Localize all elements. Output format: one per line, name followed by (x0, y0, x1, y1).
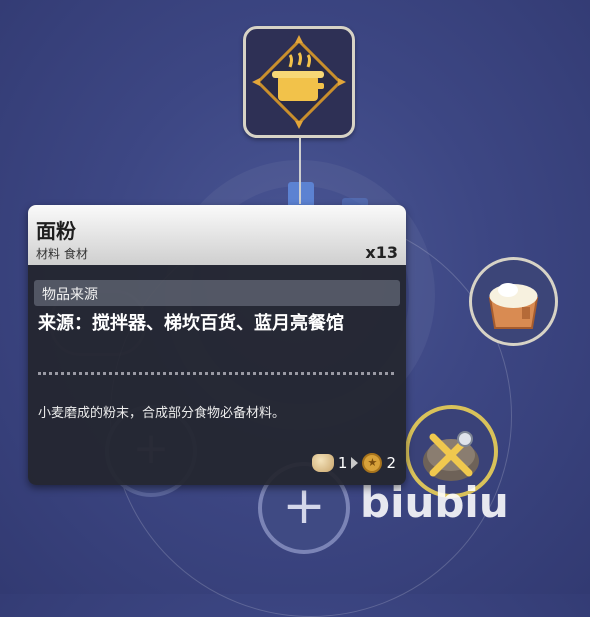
flour-sack-icon (311, 454, 334, 472)
watermark: biubiu (360, 478, 509, 527)
arrow-icon (351, 457, 359, 469)
item-quantity: x13 (365, 243, 398, 262)
card-header: 面粉 材料 食材 x13 (28, 205, 406, 265)
item-tags: 材料 食材 (36, 247, 88, 261)
item-tooltip-card: 面粉 材料 食材 x13 物品来源 来源：搅拌器、梯坎百货、蓝月亮餐馆 小麦磨成… (28, 205, 406, 485)
recipe-output-count: 2 (386, 454, 396, 472)
item-description: 小麦磨成的粉末，合成部分食物必备材料。 (38, 406, 286, 421)
item-source: 来源：搅拌器、梯坎百货、蓝月亮餐馆 (38, 313, 344, 334)
source-section-bar: 物品来源 (34, 280, 400, 306)
recipe-row: 1 ★ 2 (311, 453, 396, 473)
flour-crate-node[interactable] (469, 257, 558, 346)
dotted-divider (38, 372, 394, 375)
recipe-input-count: 1 (337, 454, 348, 472)
node-connector (299, 138, 301, 204)
cooking-pot-icon (252, 35, 346, 129)
flour-crate-icon (488, 283, 539, 329)
cooking-pot-node[interactable] (243, 26, 355, 138)
item-title: 面粉 (36, 219, 76, 243)
section-label: 物品来源 (42, 287, 98, 303)
gold-coin-icon: ★ (362, 453, 383, 473)
plus-icon: + (282, 476, 326, 536)
